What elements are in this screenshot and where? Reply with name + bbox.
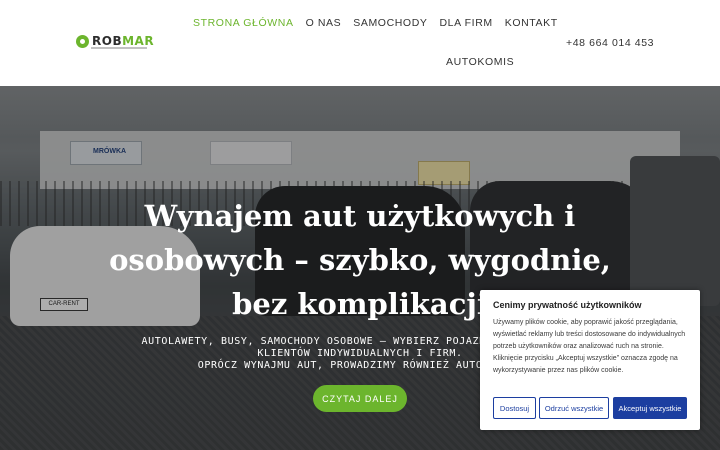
- logo-tagline-mark: [91, 47, 147, 49]
- site-header: ROBMAR STRONA GŁÓWNA O NAS SAMOCHODY DLA…: [0, 0, 720, 86]
- phone-number[interactable]: +48 664 014 453: [566, 37, 654, 49]
- site-logo[interactable]: ROBMAR: [76, 34, 154, 48]
- read-more-button[interactable]: CZYTAJ DALEJ: [313, 385, 407, 412]
- wheel-icon: [76, 34, 89, 48]
- cookie-consent-banner: Cenimy prywatność użytkowników Używamy p…: [480, 290, 700, 430]
- nav-item-business[interactable]: DLA FIRM: [440, 17, 493, 29]
- nav-item-autokomis[interactable]: AUTOKOMIS: [446, 56, 514, 68]
- cookie-customize-button[interactable]: Dostosuj: [493, 397, 536, 419]
- main-nav: STRONA GŁÓWNA O NAS SAMOCHODY DLA FIRM K…: [193, 17, 570, 29]
- nav-item-cars[interactable]: SAMOCHODY: [353, 17, 427, 29]
- nav-item-contact[interactable]: KONTAKT: [505, 17, 558, 29]
- cookie-accept-button[interactable]: Akceptuj wszystkie: [613, 397, 687, 419]
- cookie-reject-button[interactable]: Odrzuć wszystkie: [539, 397, 609, 419]
- nav-item-home[interactable]: STRONA GŁÓWNA: [193, 17, 294, 29]
- cookie-text: Używamy plików cookie, aby poprawić jako…: [493, 319, 686, 374]
- cookie-title: Cenimy prywatność użytkowników: [493, 300, 642, 310]
- nav-item-about[interactable]: O NAS: [306, 17, 342, 29]
